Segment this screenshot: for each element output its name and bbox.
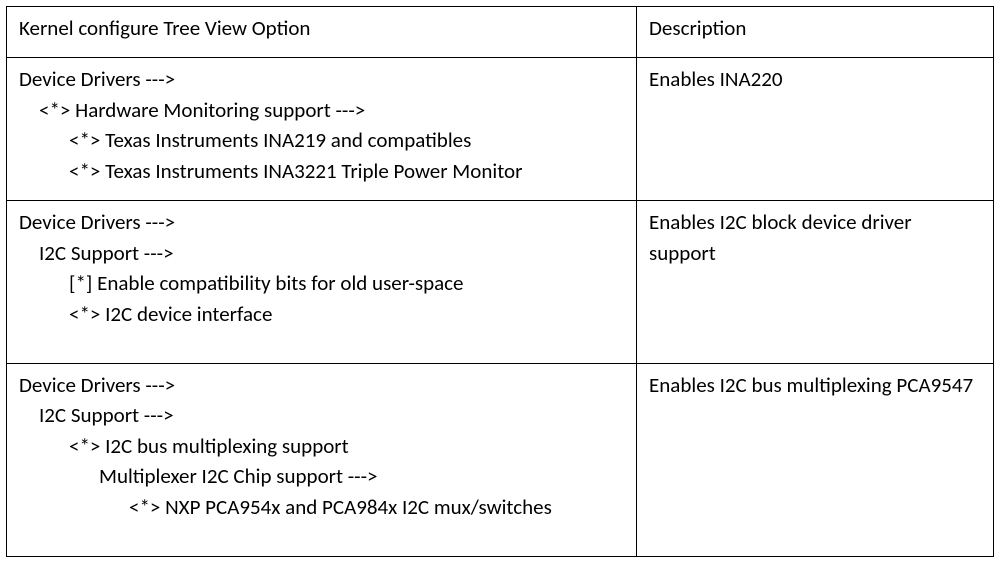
- option-cell: Device Drivers ---><*> Hardware Monitori…: [7, 58, 637, 201]
- option-cell: Device Drivers --->I2C Support ---><*> I…: [7, 363, 637, 556]
- header-description: Description: [637, 7, 994, 58]
- option-line: <*> Texas Instruments INA3221 Triple Pow…: [19, 156, 626, 186]
- description-cell: Enables I2C block device driver support: [637, 201, 994, 364]
- option-line: [*] Enable compatibility bits for old us…: [19, 268, 626, 298]
- table-header-row: Kernel configure Tree View Option Descri…: [7, 7, 994, 58]
- option-line: Device Drivers --->: [19, 370, 626, 400]
- description-cell: Enables INA220: [637, 58, 994, 201]
- option-line: [19, 522, 626, 542]
- option-line: <*> Texas Instruments INA219 and compati…: [19, 125, 626, 155]
- header-option: Kernel configure Tree View Option: [7, 7, 637, 58]
- option-line: Multiplexer I2C Chip support --->: [19, 461, 626, 491]
- kernel-config-table: Kernel configure Tree View Option Descri…: [6, 6, 994, 557]
- option-line: <*> Hardware Monitoring support --->: [19, 95, 626, 125]
- option-line: <*> I2C bus multiplexing support: [19, 431, 626, 461]
- table-row: Device Drivers --->I2C Support --->[*] E…: [7, 201, 994, 364]
- description-cell: Enables I2C bus multiplexing PCA9547: [637, 363, 994, 556]
- table-row: Device Drivers --->I2C Support ---><*> I…: [7, 363, 994, 556]
- option-line: <*> I2C device interface: [19, 299, 626, 329]
- option-line: Device Drivers --->: [19, 64, 626, 94]
- table-row: Device Drivers ---><*> Hardware Monitori…: [7, 58, 994, 201]
- option-line: I2C Support --->: [19, 238, 626, 268]
- option-line: Device Drivers --->: [19, 207, 626, 237]
- option-cell: Device Drivers --->I2C Support --->[*] E…: [7, 201, 637, 364]
- option-line: I2C Support --->: [19, 400, 626, 430]
- option-line: [19, 329, 626, 349]
